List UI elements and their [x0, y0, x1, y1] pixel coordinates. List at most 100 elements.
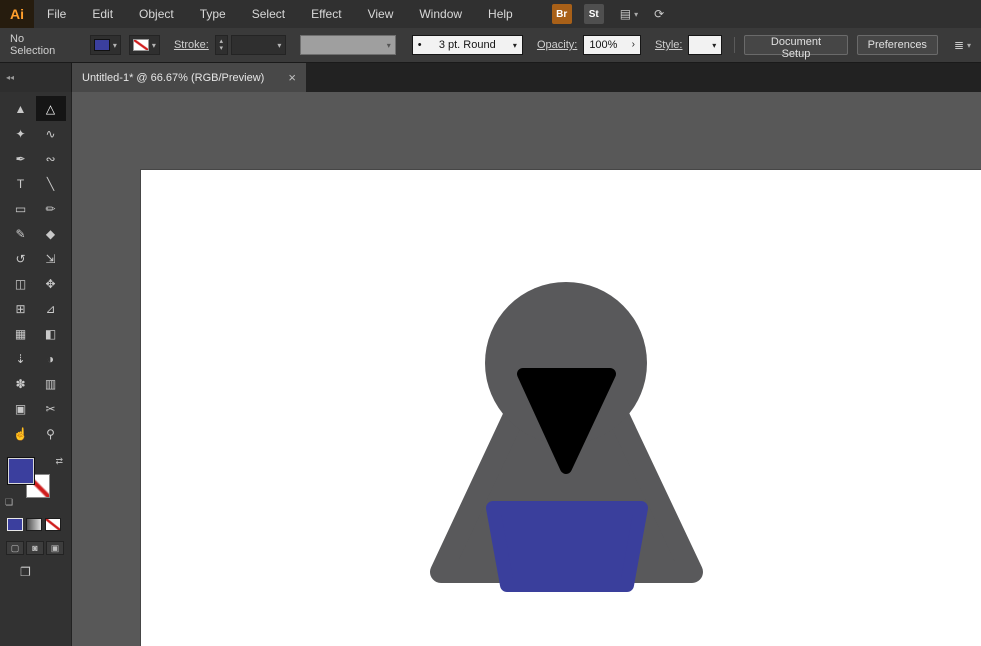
paintbrush-tool[interactable]: ✏	[36, 196, 66, 221]
style-dropdown[interactable]: ▾	[688, 35, 723, 55]
chevron-down-icon: ▾	[386, 40, 391, 50]
brush-definition-value: 3 pt. Round	[438, 39, 496, 51]
preferences-button[interactable]: Preferences	[856, 35, 938, 55]
align-dropdown[interactable]: ≣ ▾	[954, 38, 971, 52]
pen-tool[interactable]: ✒	[6, 146, 36, 171]
menu-file[interactable]: File	[34, 0, 79, 28]
opacity-dropdown[interactable]: 100% ›	[583, 35, 641, 55]
rotate-tool[interactable]: ↺	[6, 246, 36, 271]
magic-wand-tool[interactable]: ✦	[6, 121, 36, 146]
stepper-up-icon[interactable]: ▴	[220, 38, 224, 45]
width-tool-icon: ◫	[14, 276, 27, 291]
canvas-area[interactable]	[72, 92, 981, 646]
type-tool[interactable]: T	[6, 171, 36, 196]
mesh-tool[interactable]: ▦	[6, 321, 36, 346]
touch-workspace-button[interactable]: ⟳	[654, 7, 664, 21]
magic-wand-tool-icon: ✦	[15, 126, 26, 141]
perspective-grid-tool[interactable]: ⊿	[36, 296, 66, 321]
fill-swatch	[93, 39, 110, 51]
swap-fill-stroke-icon[interactable]: ⇄	[55, 456, 63, 467]
shaper-tool[interactable]: ✎	[6, 221, 36, 246]
align-icon: ≣	[953, 38, 964, 52]
zoom-tool[interactable]: ⚲	[36, 421, 66, 446]
line-segment-tool[interactable]: ╲	[36, 171, 66, 196]
rectangle-tool[interactable]: ▭	[6, 196, 36, 221]
color-button[interactable]	[7, 518, 23, 531]
blend-tool[interactable]: ◑	[36, 346, 66, 371]
fill-color-dropdown[interactable]: ▾	[89, 35, 121, 55]
stepper-down-icon[interactable]: ▾	[220, 45, 224, 52]
main-area: ▲ △ ✦ ∿ ✒ ∾ T ╲ ▭ ✏ ✎ ◆ ↺ ⇲ ◫ ✥ ⊞ ⊿ ▦ ◧ ⇣ ◑ ✽ ▥ ▣ ✂ ☝ ⚲ ⇄ ❏ ▢ ◙ ▣ ❐	[0, 92, 981, 646]
opacity-label[interactable]: Opacity:	[537, 39, 577, 51]
eyedropper-tool[interactable]: ⇣	[6, 346, 36, 371]
lasso-tool[interactable]: ∿	[36, 121, 66, 146]
stroke-weight-dropdown[interactable]: ▾	[230, 35, 287, 55]
slice-tool[interactable]: ✂	[36, 396, 66, 421]
direct-selection-tool[interactable]: △	[35, 96, 66, 121]
menu-effect[interactable]: Effect	[298, 0, 354, 28]
divider	[734, 37, 736, 53]
shape-builder-tool[interactable]: ⊞	[6, 296, 36, 321]
screen-mode-button[interactable]: ❐	[20, 565, 71, 579]
stock-button[interactable]: St	[583, 4, 604, 24]
draw-inside-mode-button[interactable]: ▣	[46, 541, 64, 555]
draw-behind-mode-button[interactable]: ◙	[26, 541, 44, 555]
document-setup-button[interactable]: Document Setup	[744, 35, 848, 60]
menu-type[interactable]: Type	[187, 0, 239, 28]
style-label[interactable]: Style:	[655, 39, 683, 51]
stroke-weight-label[interactable]: Stroke:	[174, 39, 209, 51]
menu-view[interactable]: View	[355, 0, 407, 28]
workspace-switcher[interactable]: ▤ ▾	[620, 7, 638, 21]
default-fill-stroke-icon[interactable]: ❏	[5, 497, 13, 508]
close-icon[interactable]: ×	[288, 70, 296, 85]
fill-stroke-widget: ⇄ ❏	[0, 456, 71, 510]
gradient-tool[interactable]: ◧	[36, 321, 66, 346]
menu-select[interactable]: Select	[239, 0, 298, 28]
artboard[interactable]	[141, 170, 981, 646]
menu-edit[interactable]: Edit	[79, 0, 126, 28]
chevron-down-icon: ▾	[967, 40, 972, 50]
fill-indicator[interactable]	[7, 457, 35, 485]
chevron-right-icon: ›	[631, 39, 635, 50]
symbol-sprayer-tool[interactable]: ✽	[6, 371, 36, 396]
line-segment-tool-icon: ╲	[46, 176, 55, 191]
eraser-tool[interactable]: ◆	[36, 221, 66, 246]
rotate-tool-icon: ↺	[15, 251, 26, 266]
curvature-tool[interactable]: ∾	[36, 146, 66, 171]
bridge-button[interactable]: Br	[551, 4, 572, 24]
perspective-grid-tool-icon: ⊿	[45, 301, 56, 316]
menu-help[interactable]: Help	[475, 0, 526, 28]
menu-object[interactable]: Object	[126, 0, 187, 28]
selection-tool[interactable]: ▲	[6, 96, 36, 121]
stroke-weight-stepper[interactable]: ▴ ▾	[214, 35, 228, 55]
zoom-tool-icon: ⚲	[46, 426, 55, 441]
stroke-none-swatch	[132, 39, 149, 51]
curvature-tool-icon: ∾	[45, 151, 56, 166]
selection-tool-icon: ▲	[14, 101, 27, 116]
robe-front-shape[interactable]	[486, 501, 648, 592]
hand-tool[interactable]: ☝	[6, 421, 36, 446]
pen-tool-icon: ✒	[15, 151, 26, 166]
gradient-button[interactable]	[26, 518, 42, 531]
slice-tool-icon: ✂	[45, 401, 56, 416]
rectangle-tool-icon: ▭	[14, 201, 27, 216]
app-logo: Ai	[0, 0, 34, 28]
symbol-sprayer-tool-icon: ✽	[15, 376, 26, 391]
column-graph-tool-icon: ▥	[44, 376, 57, 391]
menu-window[interactable]: Window	[406, 0, 475, 28]
column-graph-tool[interactable]: ▥	[36, 371, 66, 396]
selection-status: No Selection	[10, 33, 56, 57]
brush-definition-dropdown[interactable]: • 3 pt. Round ▾	[411, 35, 523, 55]
none-button[interactable]	[45, 518, 61, 531]
chevron-down-icon: ▾	[712, 40, 717, 50]
free-transform-tool[interactable]: ✥	[36, 271, 66, 296]
eyedropper-tool-icon: ⇣	[15, 351, 26, 366]
draw-normal-mode-button[interactable]: ▢	[6, 541, 24, 555]
artboard-tool[interactable]: ▣	[6, 396, 36, 421]
stroke-color-dropdown[interactable]: ▾	[128, 35, 160, 55]
control-bar: No Selection ▾ ▾ Stroke: ▴ ▾ ▾ ▾ • 3 pt.…	[0, 28, 981, 63]
width-tool[interactable]: ◫	[6, 271, 36, 296]
toolbar-collapse-button[interactable]: ◂◂	[0, 63, 72, 92]
scale-tool[interactable]: ⇲	[36, 246, 66, 271]
document-tab[interactable]: Untitled-1* @ 66.67% (RGB/Preview) ×	[72, 63, 306, 92]
